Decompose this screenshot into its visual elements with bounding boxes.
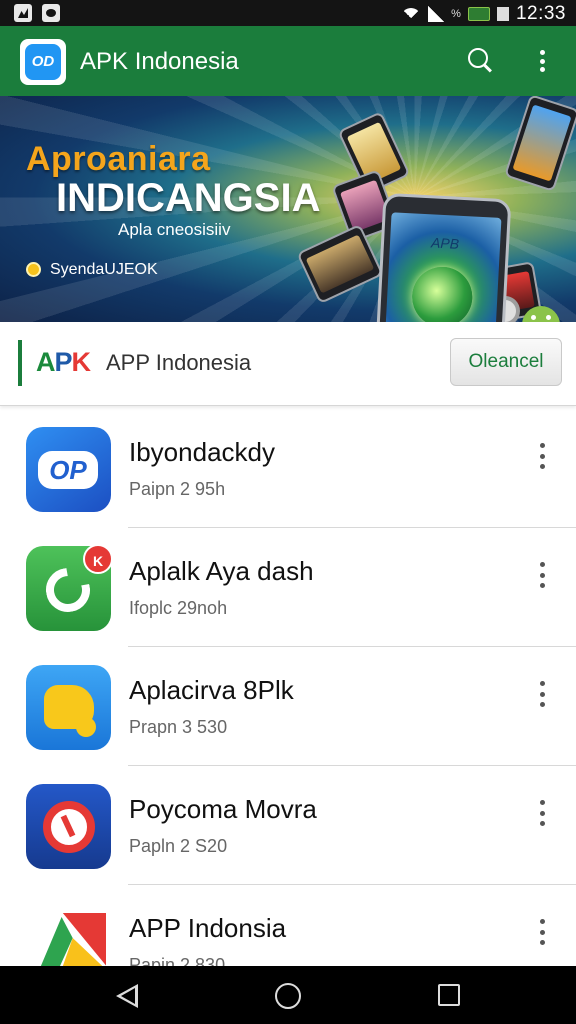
navigation-bar [0, 966, 576, 1024]
banner-tagline: SyendaUJEOK [50, 261, 158, 278]
banner-bullet-icon [26, 262, 41, 277]
yellow-mascot-icon [26, 665, 111, 750]
app-list-item[interactable]: K Aplalk Aya dash Ifoplc 29noh [0, 528, 576, 647]
app-subtitle: Ifoplc 29noh [129, 598, 228, 618]
app-bar: OD APK Indonesia [0, 26, 576, 96]
back-icon[interactable] [116, 984, 140, 1008]
app-title: APK Indonesia [80, 48, 239, 75]
more-vert-icon[interactable] [532, 800, 552, 826]
phone-image: APB [372, 192, 512, 322]
sim-icon [496, 7, 509, 21]
promo-banner[interactable]: Aproaniara INDICANGSIA Apla cneosisiiv S… [0, 96, 576, 322]
status-bar: % 12:33 [0, 0, 576, 26]
app-name: APP Indonsia [129, 913, 287, 943]
app-name: Aplalk Aya dash [129, 556, 314, 586]
more-vert-icon[interactable] [532, 919, 552, 945]
notification-badge: K [83, 544, 113, 574]
more-vert-icon[interactable] [532, 443, 552, 469]
app-list-item[interactable]: Aplacirva 8Plk Prapn 3 530 [0, 647, 576, 766]
phone-icon: K [26, 544, 113, 631]
app-name: Poycoma Movra [129, 794, 317, 824]
more-vert-icon[interactable] [532, 681, 552, 707]
banner-subtitle: Apla cneosisiiv [118, 220, 231, 239]
banner-headline: Aproaniara [26, 140, 211, 178]
section-action-button[interactable]: Oleancel [450, 338, 562, 386]
signal-icon [428, 6, 445, 22]
more-vert-icon[interactable] [532, 562, 552, 588]
globe-icon [410, 265, 474, 322]
apk-logo: APK [36, 347, 91, 377]
chat-bubble-icon: OP [26, 427, 111, 512]
wifi-icon [401, 6, 422, 22]
section-accent-bar [18, 340, 22, 386]
battery-percent: % [451, 8, 461, 20]
app-logo: OD [20, 39, 66, 85]
battery-icon [467, 7, 490, 21]
app-list-item[interactable]: Poycoma Movra Papln 2 S20 [0, 766, 576, 885]
recent-apps-icon[interactable] [438, 984, 460, 1006]
app-subtitle: Prapn 3 530 [129, 717, 228, 737]
status-time: 12:33 [515, 3, 566, 24]
chat-notification-icon [42, 4, 60, 22]
app-logo-text: OD [25, 44, 61, 80]
banner-title: INDICANGSIA [56, 176, 321, 220]
phone-screen-label: APB [430, 234, 460, 252]
app-name: Ibyondackdy [129, 437, 275, 467]
search-icon[interactable] [468, 48, 494, 74]
image-notification-icon [14, 4, 32, 22]
app-subtitle: Paipn 2 95h [129, 479, 226, 499]
home-icon[interactable] [275, 983, 301, 1009]
app-name: Aplacirva 8Plk [129, 675, 294, 705]
more-vert-icon[interactable] [532, 48, 552, 74]
section-title: APP Indonesia [106, 350, 252, 375]
android-robot-image [518, 306, 564, 322]
alarm-clock-icon [26, 784, 111, 869]
section-header: APK APP Indonesia Oleancel [0, 322, 576, 406]
app-list-item[interactable]: OP Ibyondackdy Paipn 2 95h [0, 409, 576, 528]
app-subtitle: Papln 2 S20 [129, 836, 228, 856]
